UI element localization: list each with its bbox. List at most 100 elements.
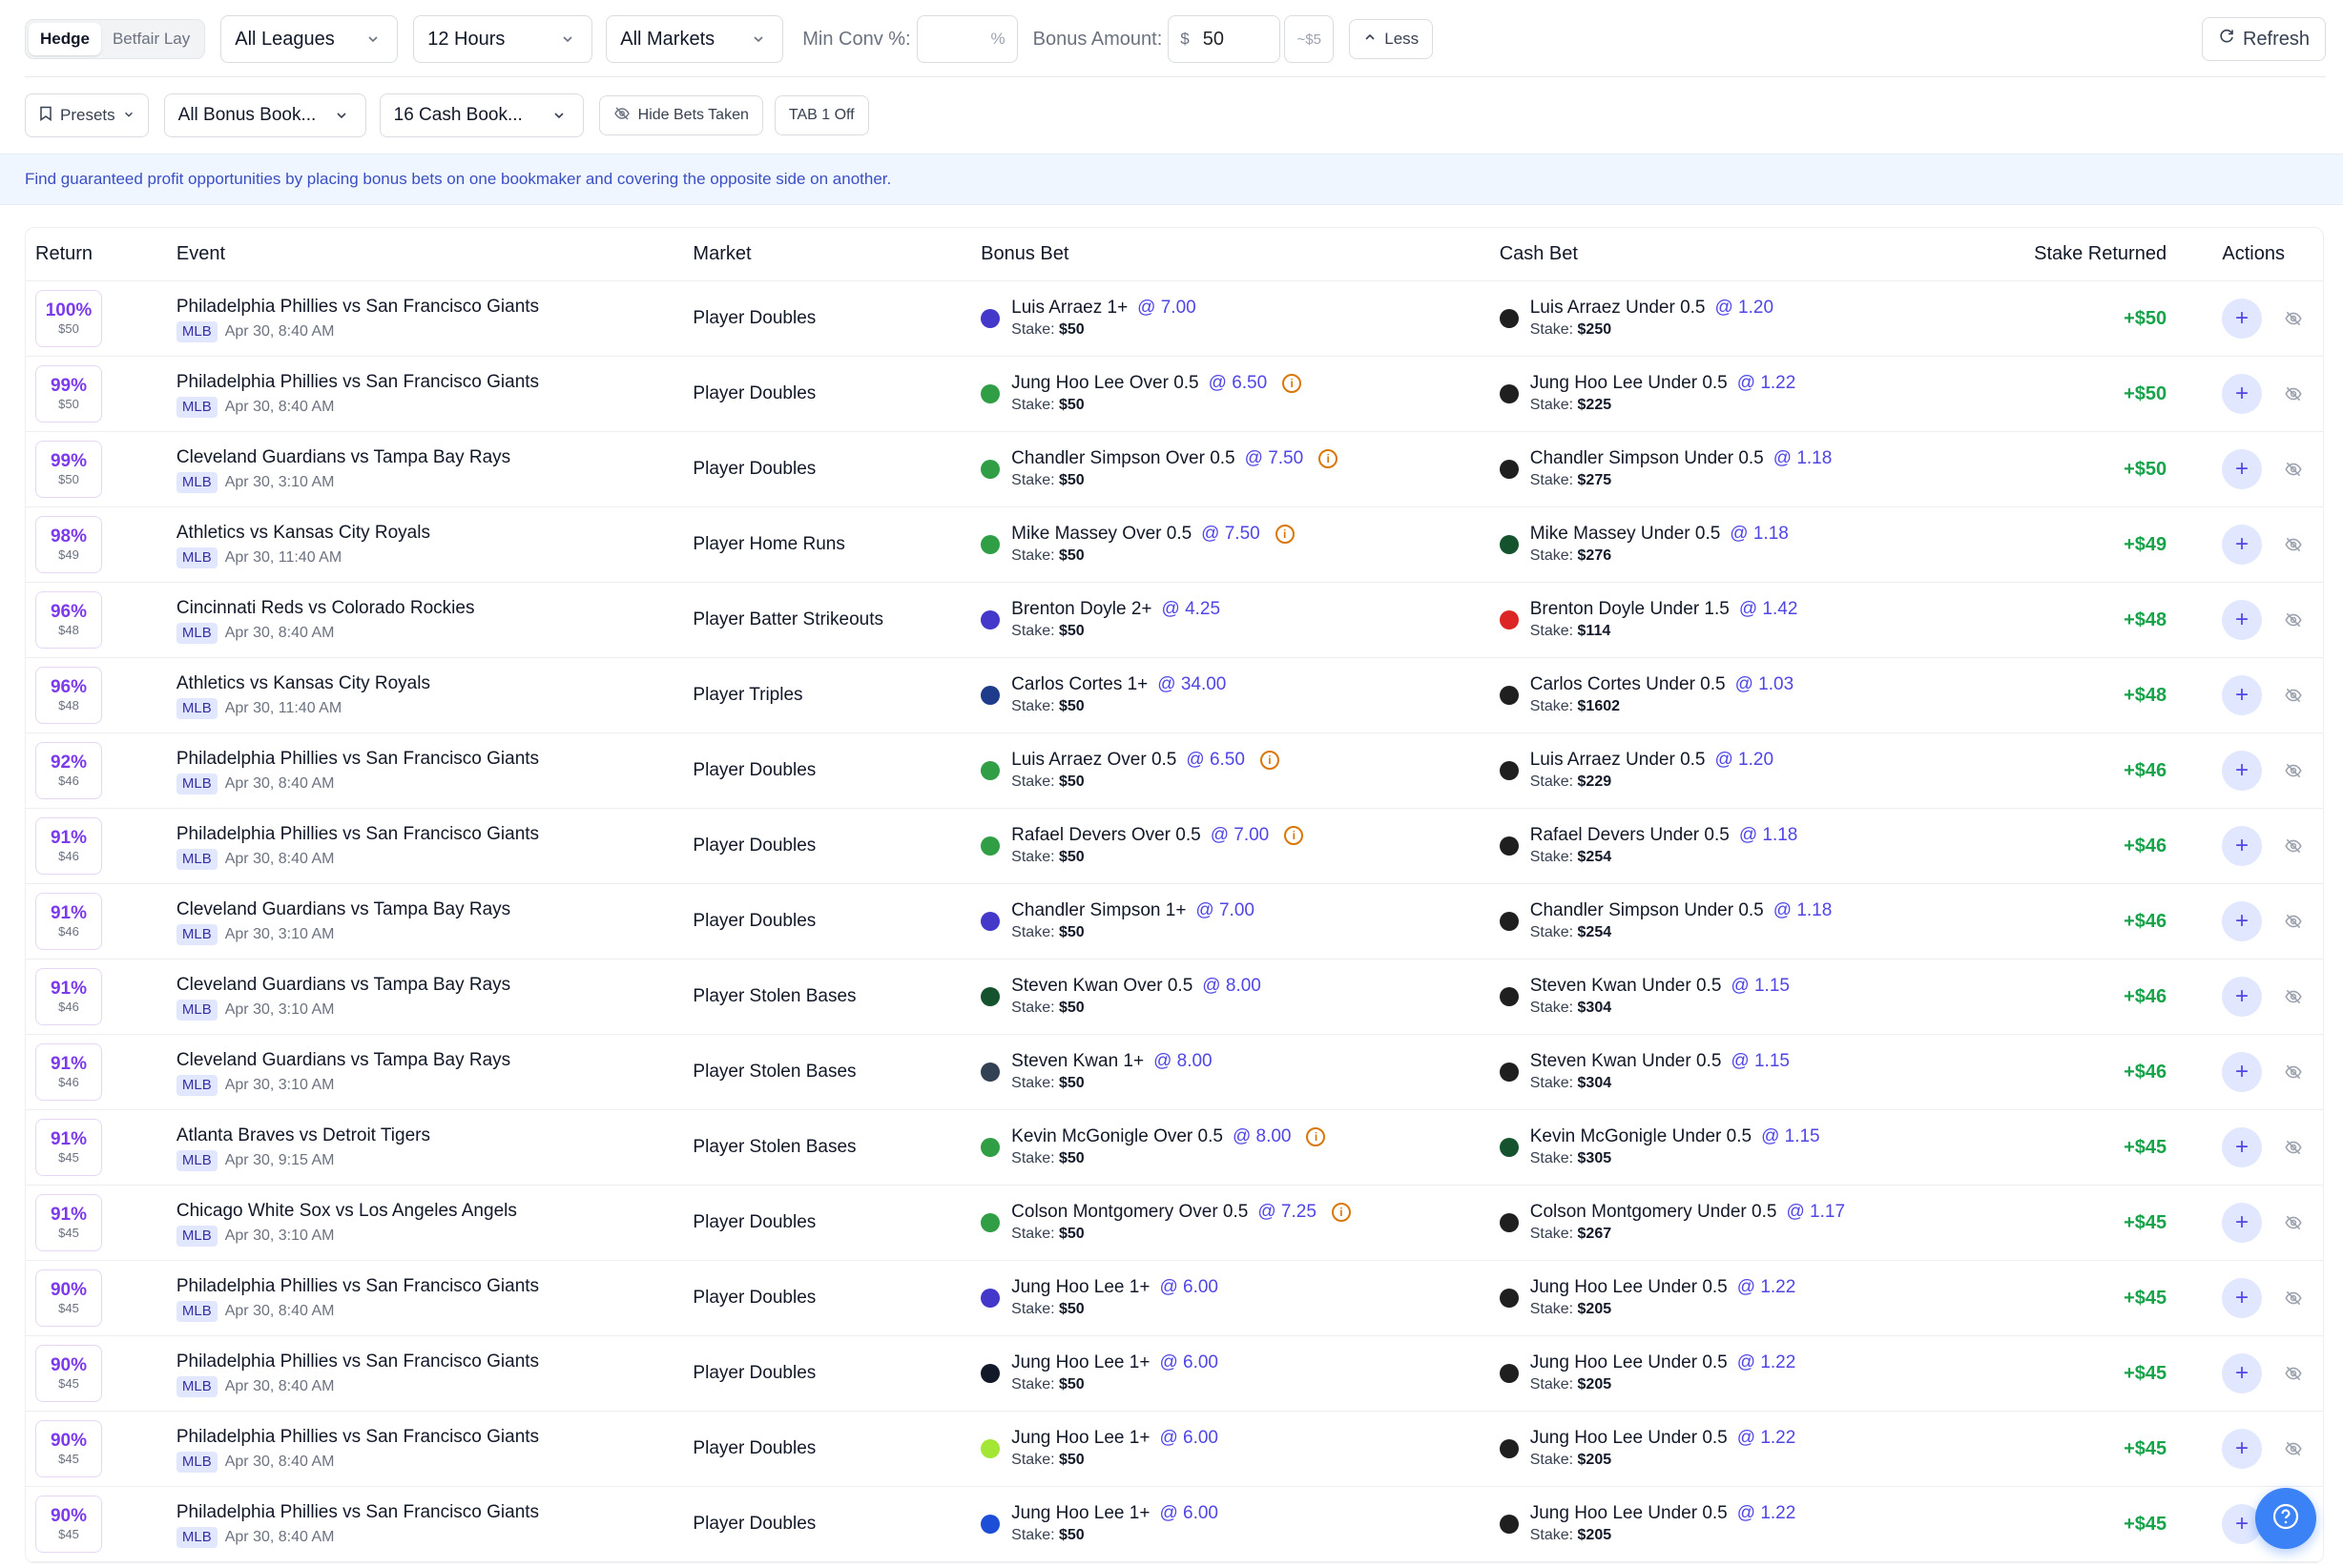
stake-returned-cell: +$45 xyxy=(1932,1288,2176,1310)
table-row[interactable]: 91% $46 Cleveland Guardians vs Tampa Bay… xyxy=(26,1035,2323,1110)
col-header-stake-returned[interactable]: Stake Returned xyxy=(1932,243,2176,265)
table-row[interactable]: 99% $50 Cleveland Guardians vs Tampa Bay… xyxy=(26,432,2323,507)
return-badge: 100% $50 xyxy=(35,290,102,347)
add-bet-button[interactable]: + xyxy=(2222,1429,2263,1469)
info-warning-icon[interactable]: i xyxy=(1284,826,1304,845)
less-button[interactable]: Less xyxy=(1349,19,1434,59)
hide-bet-icon[interactable] xyxy=(2283,534,2304,555)
time-select[interactable]: 12 Hours xyxy=(413,15,593,63)
table-row[interactable]: 100% $50 Philadelphia Phillies vs San Fr… xyxy=(26,281,2323,357)
add-bet-button[interactable]: + xyxy=(2222,449,2263,489)
hide-bet-icon[interactable] xyxy=(2283,383,2304,404)
add-bet-button[interactable]: + xyxy=(2222,299,2263,339)
event-time: Apr 30, 9:15 AM xyxy=(224,1151,335,1168)
info-warning-icon[interactable]: i xyxy=(1318,449,1338,468)
hide-bet-icon[interactable] xyxy=(2283,1363,2304,1384)
table-row[interactable]: 96% $48 Cincinnati Reds vs Colorado Rock… xyxy=(26,583,2323,658)
chevron-down-icon xyxy=(549,105,570,126)
info-warning-icon[interactable]: i xyxy=(1331,1203,1351,1222)
bonus-books-select[interactable]: All Bonus Book... xyxy=(163,93,366,137)
actions-cell: + xyxy=(2176,1127,2323,1167)
event-name: Cleveland Guardians vs Tampa Bay Rays xyxy=(176,1049,511,1070)
col-header-market[interactable]: Market xyxy=(693,243,981,265)
hide-bet-icon[interactable] xyxy=(2283,685,2304,706)
add-bet-button[interactable]: + xyxy=(2222,1278,2263,1318)
table-row[interactable]: 90% $45 Philadelphia Phillies vs San Fra… xyxy=(26,1336,2323,1412)
add-bet-button[interactable]: + xyxy=(2222,826,2263,866)
league-badge: MLB xyxy=(176,773,218,794)
table-row[interactable]: 96% $48 Athletics vs Kansas City Royals … xyxy=(26,658,2323,733)
table-row[interactable]: 91% $45 Atlanta Braves vs Detroit Tigers… xyxy=(26,1110,2323,1186)
cash-books-select[interactable]: 16 Cash Book... xyxy=(379,93,584,137)
add-bet-button[interactable]: + xyxy=(2222,374,2263,414)
hide-bet-icon[interactable] xyxy=(2283,1438,2304,1459)
bookmaker-logo-icon xyxy=(981,1515,1001,1534)
table-row[interactable]: 99% $50 Philadelphia Phillies vs San Fra… xyxy=(26,357,2323,432)
hide-bet-icon[interactable] xyxy=(2283,308,2304,329)
tab-betfair-lay[interactable]: Betfair Lay xyxy=(101,23,201,55)
return-amount: $45 xyxy=(58,1376,79,1391)
event-meta: MLB Apr 30, 8:40 AM xyxy=(176,1300,694,1322)
table-row[interactable]: 90% $45 Philadelphia Phillies vs San Fra… xyxy=(26,1412,2323,1487)
event-cell: Cincinnati Reds vs Colorado Rockies MLB … xyxy=(176,597,694,644)
table-row[interactable]: 91% $46 Cleveland Guardians vs Tampa Bay… xyxy=(26,959,2323,1035)
bonus-bet-selection: Steven Kwan Over 0.5 xyxy=(1011,976,1193,996)
cash-stake-value: $304 xyxy=(1577,1075,1612,1091)
tab-toggle-button[interactable]: TAB 1 Off xyxy=(774,95,869,135)
bonus-conv-hint: ~$5 xyxy=(1284,15,1335,63)
bookmaker-logo-icon xyxy=(981,1289,1001,1308)
add-bet-button[interactable]: + xyxy=(2222,1203,2263,1243)
bookmaker-logo-icon xyxy=(981,535,1001,554)
hide-bet-icon[interactable] xyxy=(2283,1212,2304,1233)
hide-bet-icon[interactable] xyxy=(2283,760,2304,781)
table-row[interactable]: 92% $46 Philadelphia Phillies vs San Fra… xyxy=(26,733,2323,809)
hide-bet-icon[interactable] xyxy=(2283,609,2304,630)
add-bet-button[interactable]: + xyxy=(2222,901,2263,941)
bonus-amount-input[interactable]: $ 50 xyxy=(1168,15,1281,63)
cash-bet-selection: Jung Hoo Lee Under 0.5 xyxy=(1529,1428,1728,1448)
return-cell: 91% $46 xyxy=(26,893,176,950)
col-header-event[interactable]: Event xyxy=(176,243,694,265)
table-row[interactable]: 91% $46 Philadelphia Phillies vs San Fra… xyxy=(26,809,2323,884)
min-conv-input[interactable]: % xyxy=(916,15,1018,63)
add-bet-button[interactable]: + xyxy=(2222,751,2263,791)
event-name: Cincinnati Reds vs Colorado Rockies xyxy=(176,597,475,618)
table-row[interactable]: 98% $49 Athletics vs Kansas City Royals … xyxy=(26,507,2323,583)
table-row[interactable]: 90% $45 Philadelphia Phillies vs San Fra… xyxy=(26,1487,2323,1562)
hide-bet-icon[interactable] xyxy=(2283,986,2304,1007)
info-warning-icon[interactable]: i xyxy=(1282,374,1302,393)
hide-bet-icon[interactable] xyxy=(2283,911,2304,932)
add-bet-button[interactable]: + xyxy=(2222,1353,2263,1393)
add-bet-button[interactable]: + xyxy=(2222,1052,2263,1092)
help-button[interactable] xyxy=(2255,1488,2316,1549)
col-header-cash-bet[interactable]: Cash Bet xyxy=(1500,243,1933,265)
col-header-return[interactable]: Return xyxy=(26,243,176,265)
add-bet-button[interactable]: + xyxy=(2222,1127,2263,1167)
add-bet-button[interactable]: + xyxy=(2222,977,2263,1017)
refresh-button[interactable]: Refresh xyxy=(2201,17,2326,61)
hide-bet-icon[interactable] xyxy=(2283,836,2304,856)
tab-hedge[interactable]: Hedge xyxy=(29,23,101,55)
league-select[interactable]: All Leagues xyxy=(220,15,399,63)
col-header-bonus-bet[interactable]: Bonus Bet xyxy=(981,243,1500,265)
info-warning-icon[interactable]: i xyxy=(1306,1127,1326,1146)
table-row[interactable]: 91% $45 Chicago White Sox vs Los Angeles… xyxy=(26,1186,2323,1261)
info-warning-icon[interactable]: i xyxy=(1259,751,1279,770)
event-name: Philadelphia Phillies vs San Francisco G… xyxy=(176,748,540,769)
hide-bet-icon[interactable] xyxy=(2283,1137,2304,1158)
cash-bet-odds: @ 1.42 xyxy=(1738,599,1798,619)
market-select[interactable]: All Markets xyxy=(606,15,784,63)
hide-bet-icon[interactable] xyxy=(2283,459,2304,480)
add-bet-button[interactable]: + xyxy=(2222,675,2263,715)
add-bet-button[interactable]: + xyxy=(2222,525,2263,565)
presets-button[interactable]: Presets xyxy=(25,93,149,137)
table-row[interactable]: 90% $45 Philadelphia Phillies vs San Fra… xyxy=(26,1261,2323,1336)
bonus-stake: Stake: $50 xyxy=(1011,1527,1085,1543)
hide-bets-taken-button[interactable]: Hide Bets Taken xyxy=(598,95,763,135)
event-cell: Cleveland Guardians vs Tampa Bay Rays ML… xyxy=(176,446,694,493)
table-row[interactable]: 91% $46 Cleveland Guardians vs Tampa Bay… xyxy=(26,884,2323,959)
add-bet-button[interactable]: + xyxy=(2222,600,2263,640)
hide-bet-icon[interactable] xyxy=(2283,1288,2304,1309)
info-warning-icon[interactable]: i xyxy=(1275,525,1295,544)
hide-bet-icon[interactable] xyxy=(2283,1062,2304,1083)
